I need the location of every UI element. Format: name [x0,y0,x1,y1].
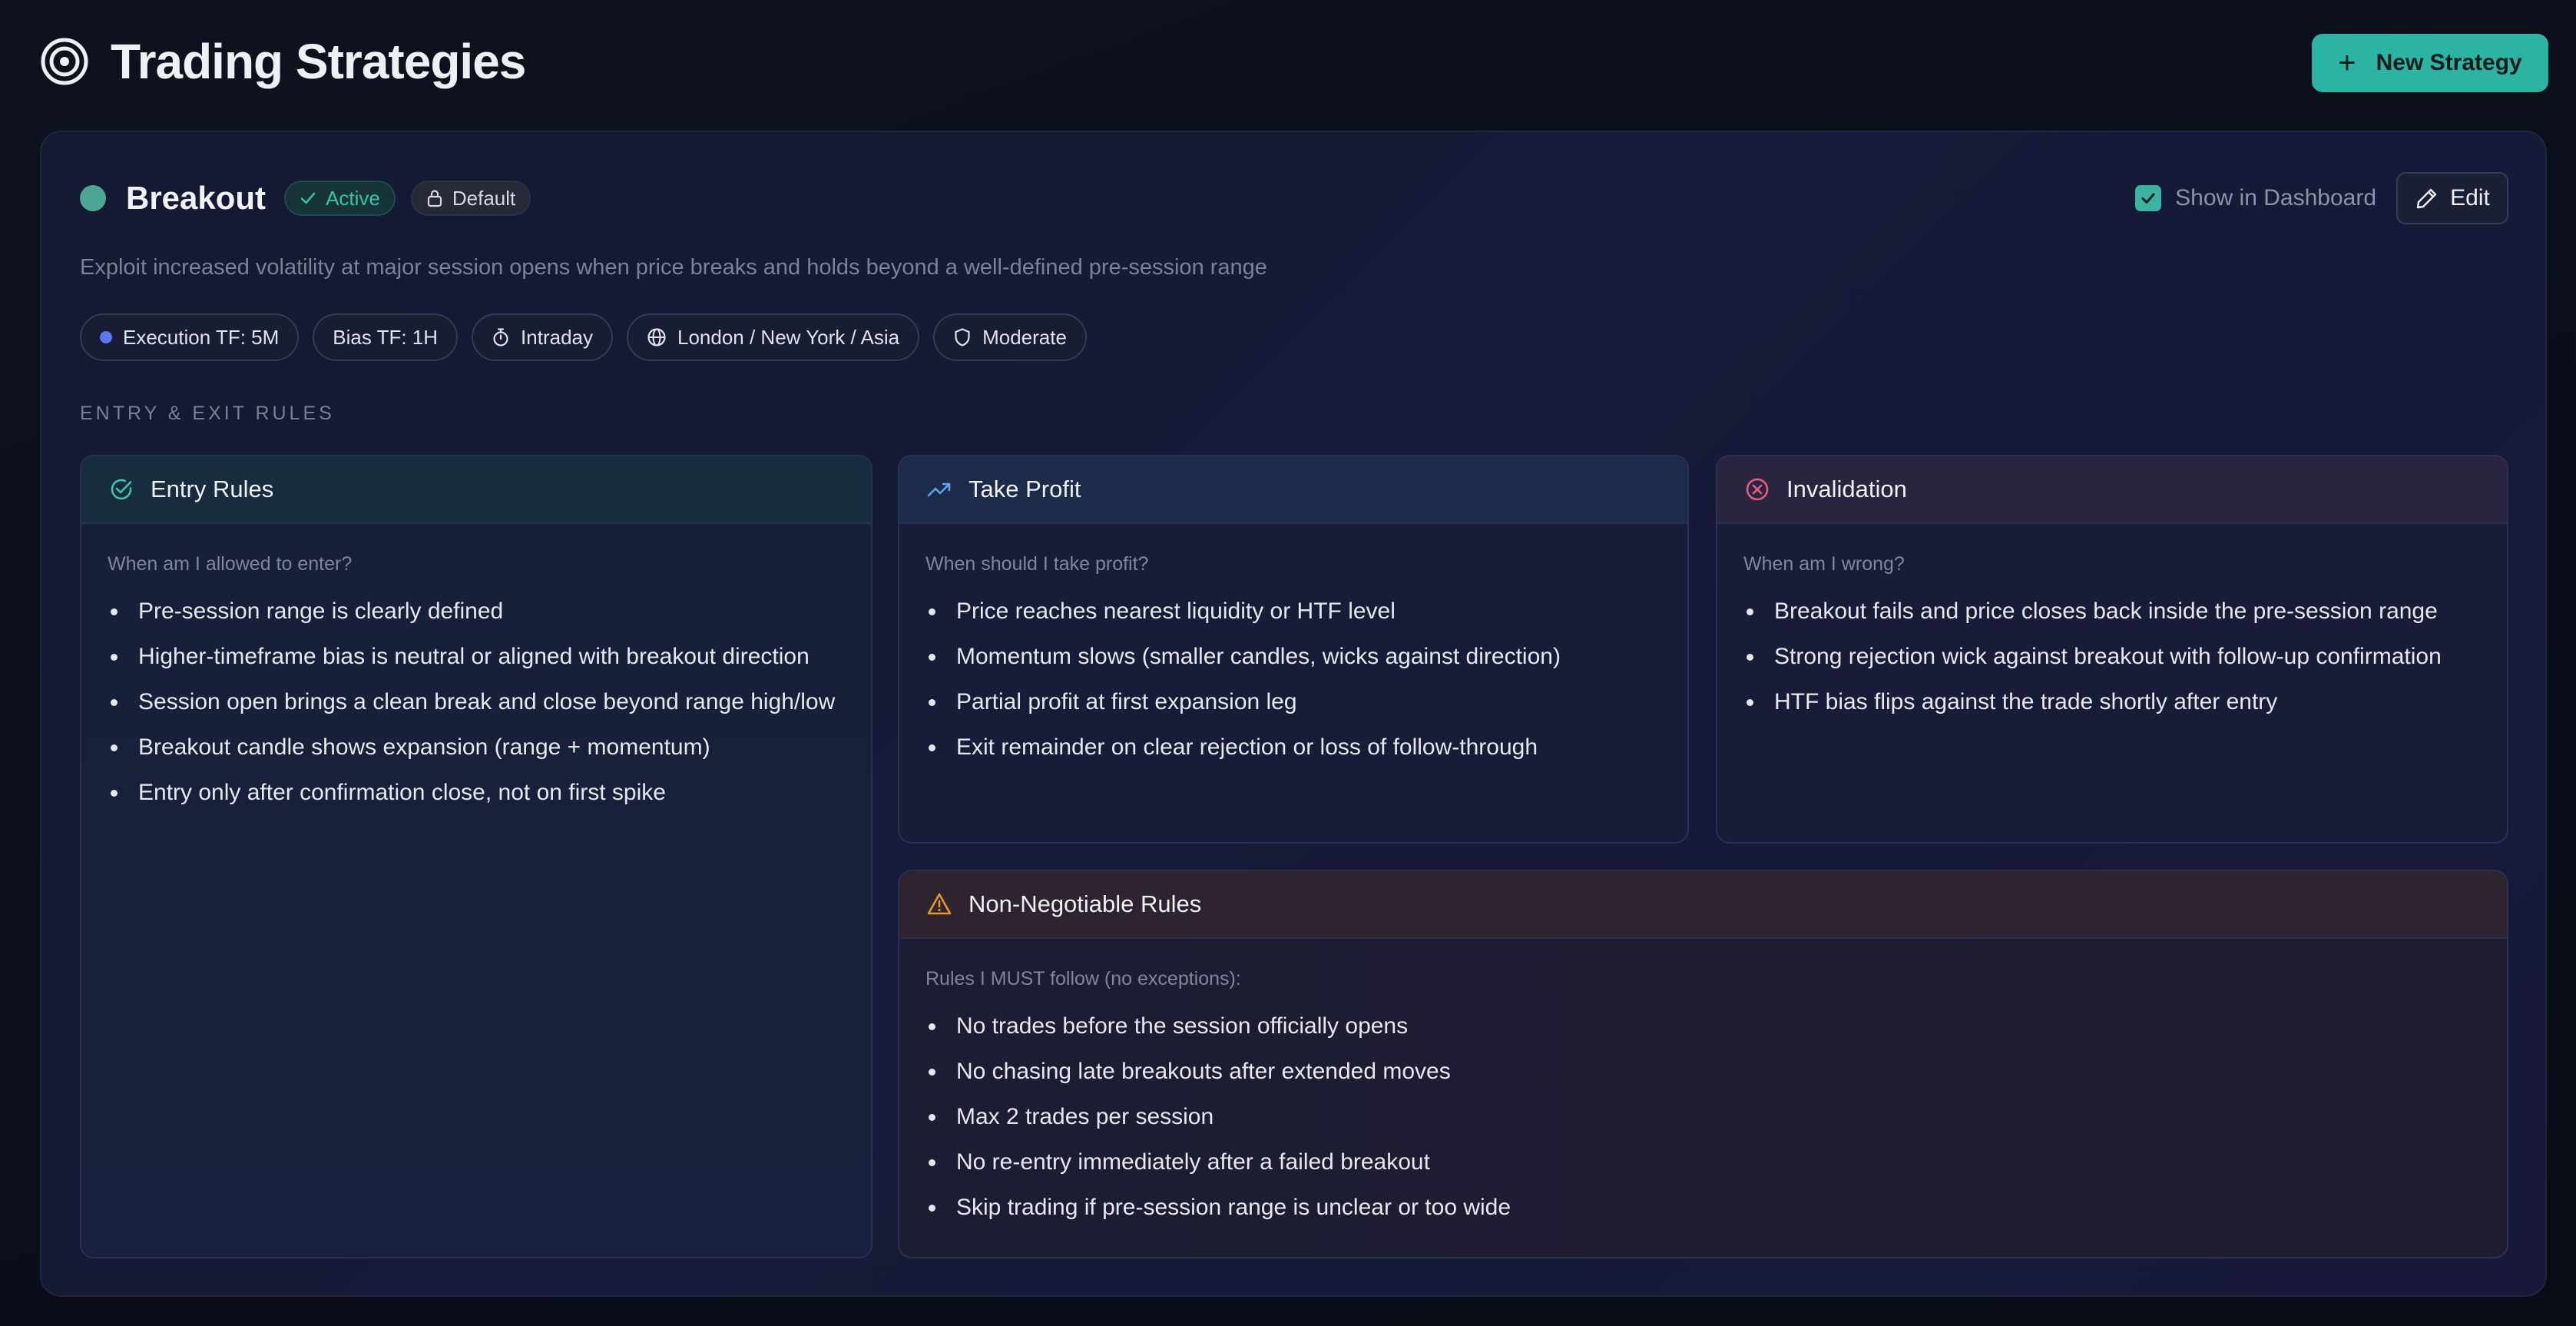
entry-rules-list: Pre-session range is clearly defined Hig… [108,595,848,809]
warning-icon [925,890,953,918]
entry-rules-prompt: When am I allowed to enter? [108,553,353,575]
chip-label: Bias TF: 1H [333,325,439,349]
chip-label: Moderate [982,325,1067,349]
non-negotiable-header: Non-Negotiable Rules [899,871,2507,939]
header-title-group: Trading Strategies [40,34,526,89]
take-profit-prompt: When should I take profit? [925,553,1149,575]
status-badge-label: Active [326,186,380,210]
strategy-name: Breakout [126,180,267,216]
list-item: No re-entry immediately after a failed b… [925,1146,2484,1178]
invalidation-list: Breakout fails and price closes back ins… [1743,595,2484,718]
list-item: Breakout fails and price closes back ins… [1743,595,2484,628]
edit-label: Edit [2450,185,2490,211]
default-badge: Default [410,181,531,216]
section-label: ENTRY & EXIT RULES [80,403,335,424]
pencil-icon [2416,188,2437,209]
list-item: No trades before the session officially … [925,1010,2484,1043]
non-negotiable-prompt: Rules I MUST follow (no exceptions): [925,968,1241,990]
chip-label: Intraday [521,325,593,349]
chip-label: Execution TF: 5M [123,325,280,349]
default-badge-label: Default [452,186,516,210]
chip-label: London / New York / Asia [677,325,900,349]
take-profit-title: Take Profit [968,476,1081,502]
list-item: Entry only after confirmation close, not… [108,777,848,809]
chip-intraday: Intraday [472,313,613,361]
strategy-title-row: Breakout Active Default [80,177,531,220]
list-item: Strong rejection wick against breakout w… [1743,641,2484,673]
check-circle-icon [108,476,135,503]
execution-dot-icon [100,331,112,343]
plus-icon: + [2338,46,2356,80]
strategy-status-dot [80,185,106,211]
new-strategy-label: New Strategy [2376,50,2522,75]
show-in-dashboard-label[interactable]: Show in Dashboard [2175,185,2376,211]
page-title: Trading Strategies [111,34,526,89]
list-item: Skip trading if pre-session range is unc… [925,1192,2484,1224]
list-item: HTF bias flips against the trade shortly… [1743,686,2484,718]
invalidation-title: Invalidation [1786,476,1907,502]
list-item: Max 2 trades per session [925,1101,2484,1133]
shield-icon [955,328,970,346]
list-item: Breakout candle shows expansion (range +… [108,731,848,764]
list-item: Pre-session range is clearly defined [108,595,848,628]
list-item: Higher-timeframe bias is neutral or alig… [108,641,848,673]
trending-up-icon [925,476,953,503]
take-profit-header: Take Profit [899,456,1687,524]
non-negotiable-panel: Non-Negotiable Rules Rules I MUST follow… [898,870,2508,1258]
non-negotiable-list: No trades before the session officially … [925,1010,2484,1224]
list-item: Session open brings a clean break and cl… [108,686,848,718]
lock-icon [427,190,442,207]
take-profit-list: Price reaches nearest liquidity or HTF l… [925,595,1664,764]
list-item: Price reaches nearest liquidity or HTF l… [925,595,1664,628]
x-circle-icon [1743,476,1771,503]
invalidation-panel: Invalidation When am I wrong? Breakout f… [1716,455,2508,844]
non-negotiable-title: Non-Negotiable Rules [968,890,1202,917]
edit-button[interactable]: Edit [2396,172,2508,224]
chip-execution-tf: Execution TF: 5M [80,313,300,361]
list-item: Exit remainder on clear rejection or los… [925,731,1664,764]
new-strategy-button[interactable]: + New Strategy [2312,34,2548,92]
invalidation-header: Invalidation [1717,456,2507,524]
chip-sessions: London / New York / Asia [627,313,920,361]
strategy-chips: Execution TF: 5M Bias TF: 1H Intraday Lo… [80,313,1087,361]
invalidation-prompt: When am I wrong? [1743,553,1905,575]
target-icon [40,37,89,86]
status-badge: Active [284,181,396,216]
list-item: Momentum slows (smaller candles, wicks a… [925,641,1664,673]
list-item: No chasing late breakouts after extended… [925,1056,2484,1088]
strategy-description: Exploit increased volatility at major se… [80,255,1267,280]
strategy-card: Breakout Active Default Show in Dashboar… [40,131,2547,1297]
checkmark-icon [2141,193,2155,204]
strategy-controls: Show in Dashboard Edit [2135,172,2508,224]
chip-bias-tf: Bias TF: 1H [313,313,459,361]
show-in-dashboard-checkbox[interactable] [2135,185,2162,211]
page-header: Trading Strategies + New Strategy [40,34,2548,92]
globe-icon [647,328,666,346]
entry-rules-title: Entry Rules [151,476,274,502]
check-icon [300,192,316,204]
take-profit-panel: Take Profit When should I take profit? P… [898,455,1689,844]
entry-rules-panel: Entry Rules When am I allowed to enter? … [80,455,872,1258]
list-item: Partial profit at first expansion leg [925,686,1664,718]
stopwatch-icon [493,328,508,346]
chip-risk: Moderate [933,313,1087,361]
entry-rules-header: Entry Rules [81,456,871,524]
